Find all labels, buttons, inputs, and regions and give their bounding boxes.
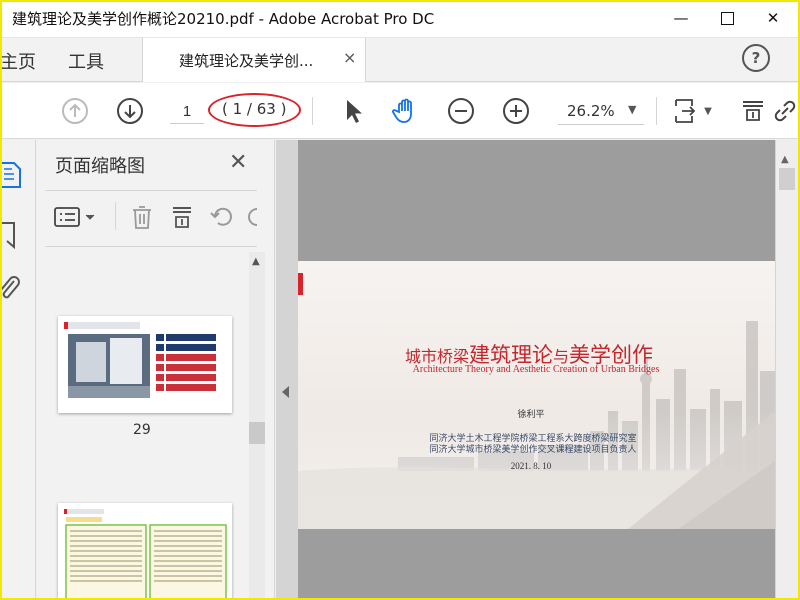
zoom-value: 26.2%	[567, 102, 615, 120]
rotate-page-icon[interactable]	[209, 202, 235, 232]
collapse-panel-icon[interactable]	[282, 386, 289, 398]
pdf-page-slide: 城市桥梁建筑理论与美学创作 Architecture Theory and Ae…	[298, 261, 775, 529]
thumbnail-page-number: 29	[133, 422, 151, 438]
title-bar: 建筑理论及美学创作概论20210.pdf - Adobe Acrobat Pro…	[0, 0, 800, 38]
page-thumbnails-icon[interactable]	[0, 160, 24, 190]
slide-date: 2021. 8. 10	[510, 461, 552, 471]
hand-tool-icon[interactable]	[391, 96, 421, 126]
next-page-area	[298, 529, 775, 600]
delete-page-icon[interactable]	[129, 202, 155, 232]
fit-page-dropdown-icon[interactable]: ▼	[700, 96, 716, 126]
tab-home[interactable]: 主页	[0, 48, 36, 74]
document-view[interactable]: 城市桥梁建筑理论与美学创作 Architecture Theory and Ae…	[276, 140, 800, 600]
attachment-icon[interactable]	[0, 275, 24, 305]
panel-divider	[45, 190, 257, 191]
thumbnail-options-button[interactable]	[53, 202, 99, 232]
tab-bar: 主页 工具 建筑理论及美学创... × ?	[0, 38, 800, 82]
tab-document[interactable]: 建筑理论及美学创... ×	[142, 38, 366, 82]
toolbar-divider	[312, 97, 313, 125]
document-tab-label: 建筑理论及美学创...	[179, 52, 314, 70]
window-title: 建筑理论及美学创作概论20210.pdf - Adobe Acrobat Pro…	[12, 10, 435, 28]
maximize-icon	[720, 11, 734, 25]
city-skyline-image	[298, 321, 775, 529]
zoom-in-icon[interactable]	[501, 96, 531, 126]
help-button[interactable]: ?	[742, 44, 770, 72]
page-count-highlight	[208, 93, 301, 127]
page-thumbnail[interactable]	[58, 503, 232, 600]
main-toolbar: ( 1 / 63 ) 26.2% ▼ ▼	[0, 83, 800, 139]
previous-page-area	[298, 140, 775, 261]
next-page-icon[interactable]	[115, 96, 145, 126]
zoom-level-select[interactable]: 26.2% ▼	[558, 97, 644, 125]
insert-page-icon[interactable]	[169, 202, 195, 232]
slide-author: 徐利平	[517, 409, 545, 419]
minimize-icon: —	[673, 9, 689, 27]
prev-page-icon[interactable]	[60, 96, 90, 126]
link-icon[interactable]	[770, 96, 800, 126]
document-scrollbar[interactable]: ▲	[776, 140, 798, 600]
thumbnail-scrollbar[interactable]: ▲	[249, 252, 265, 600]
toolbar-divider	[115, 202, 116, 230]
left-navigation-rail	[0, 140, 36, 600]
accent-mark	[298, 273, 303, 295]
close-panel-button[interactable]: ✕	[229, 150, 247, 175]
scroll-up-icon[interactable]: ▲	[781, 154, 789, 165]
page-thumbnail[interactable]	[58, 316, 232, 413]
page-number-input[interactable]	[170, 100, 204, 124]
minimize-button[interactable]: —	[658, 0, 704, 36]
scrollbar-thumb[interactable]	[779, 168, 795, 190]
scrollbar-thumb[interactable]	[249, 422, 265, 444]
maximize-button[interactable]	[704, 0, 750, 36]
scroll-mode-icon[interactable]	[738, 96, 768, 126]
close-window-button[interactable]: ✕	[750, 0, 796, 36]
select-arrow-icon[interactable]	[338, 96, 368, 126]
slide-subtitle: Architecture Theory and Aesthetic Creati…	[412, 364, 660, 375]
chevron-down-icon: ▼	[628, 103, 637, 116]
page-thumbnails-panel: 页面缩略图 ✕ 29 ▲	[37, 140, 275, 600]
close-tab-button[interactable]: ×	[343, 48, 356, 67]
fit-page-icon[interactable]	[672, 96, 702, 126]
panel-title: 页面缩略图	[55, 156, 145, 177]
close-icon: ✕	[766, 9, 780, 27]
slide-affiliation: 同济大学城市桥梁美学创作交叉课程建设项目负责人	[429, 444, 637, 454]
zoom-out-icon[interactable]	[446, 96, 476, 126]
scroll-up-icon[interactable]: ▲	[252, 256, 260, 267]
tab-tools[interactable]: 工具	[68, 48, 104, 74]
panel-divider	[45, 246, 257, 247]
rotate-clockwise-icon[interactable]	[245, 202, 259, 232]
toolbar-divider	[656, 97, 657, 125]
bookmark-icon[interactable]	[0, 220, 24, 250]
